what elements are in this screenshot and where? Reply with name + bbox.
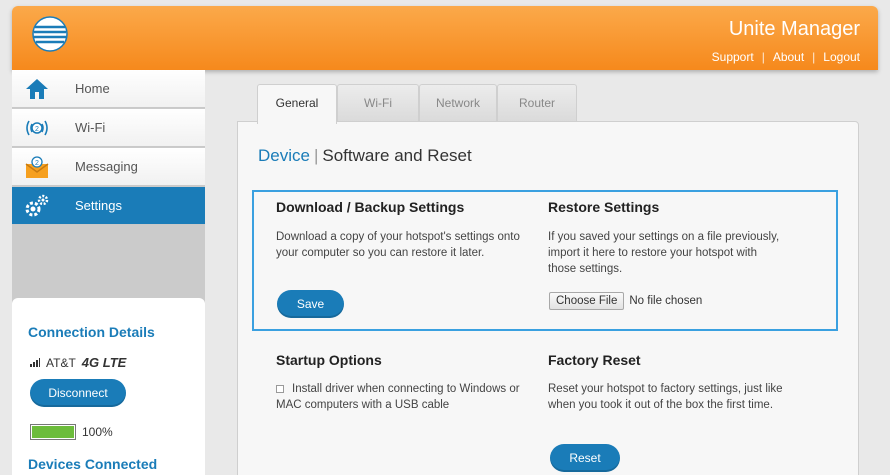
tab-router[interactable]: Router bbox=[497, 84, 577, 122]
link-separator: | bbox=[812, 50, 816, 64]
sidebar-item-label: Settings bbox=[75, 198, 122, 213]
file-status: No file chosen bbox=[629, 295, 703, 307]
factory-reset-title: Factory Reset bbox=[548, 352, 641, 368]
main-panel: Device | Software and Reset Download / Bac… bbox=[237, 121, 859, 475]
tab-general[interactable]: General bbox=[257, 84, 337, 124]
sidebar-item-wifi[interactable]: 2 Wi-Fi bbox=[12, 109, 205, 147]
backup-settings-text: Download a copy of your hotspot's settin… bbox=[276, 231, 520, 259]
choose-file-button[interactable]: Choose File bbox=[549, 292, 625, 310]
app-header: Unite Manager Support | About | Logout bbox=[12, 6, 878, 70]
wifi-icon: 2 bbox=[22, 115, 52, 141]
file-picker: Choose File No file chosen bbox=[549, 292, 702, 310]
home-icon bbox=[22, 76, 52, 102]
battery-icon bbox=[30, 424, 76, 440]
sidebar-item-messaging[interactable]: 2 Messaging bbox=[12, 148, 205, 186]
sidebar-item-label: Wi-Fi bbox=[75, 120, 106, 135]
battery-status: 100% bbox=[30, 424, 113, 440]
tab-network[interactable]: Network bbox=[419, 84, 497, 122]
about-link[interactable]: About bbox=[773, 50, 804, 64]
breadcrumb-device-link[interactable]: Device bbox=[258, 146, 310, 165]
factory-reset-text: Reset your hotspot to factory settings, … bbox=[548, 383, 783, 411]
save-button[interactable]: Save bbox=[277, 290, 344, 318]
reset-button[interactable]: Reset bbox=[550, 444, 620, 472]
att-globe-icon bbox=[32, 16, 68, 52]
install-driver-option: Install driver when connecting to Window… bbox=[276, 381, 538, 413]
carrier-name: AT&T bbox=[46, 355, 76, 370]
network-type-badge: 4G LTE bbox=[81, 355, 127, 370]
restore-settings-title: Restore Settings bbox=[548, 199, 660, 215]
logout-link[interactable]: Logout bbox=[823, 50, 860, 64]
startup-options-title: Startup Options bbox=[276, 352, 382, 368]
settings-icon bbox=[22, 193, 52, 219]
battery-level: 100% bbox=[82, 425, 113, 439]
link-separator: | bbox=[761, 50, 765, 64]
signal-icon bbox=[30, 358, 40, 367]
disconnect-button[interactable]: Disconnect bbox=[30, 379, 126, 407]
carrier-row: AT&T 4G LTE bbox=[30, 355, 126, 370]
svg-text:2: 2 bbox=[35, 160, 39, 167]
install-driver-checkbox[interactable] bbox=[276, 384, 284, 393]
messaging-icon: 2 bbox=[22, 154, 52, 180]
svg-text:2: 2 bbox=[35, 126, 39, 133]
connection-panel: Connection Details AT&T 4G LTE Disconnec… bbox=[12, 298, 205, 475]
sidebar-item-settings[interactable]: Settings bbox=[12, 187, 205, 225]
breadcrumb-separator: | bbox=[313, 146, 319, 165]
backup-settings-title: Download / Backup Settings bbox=[276, 199, 465, 215]
sidebar-item-label: Messaging bbox=[75, 159, 138, 174]
install-driver-label: Install driver when connecting to Window… bbox=[276, 383, 520, 411]
breadcrumb: Device | Software and Reset bbox=[258, 146, 472, 166]
support-link[interactable]: Support bbox=[712, 50, 754, 64]
app-title: Unite Manager bbox=[728, 18, 860, 40]
devices-connected-title: Devices Connected bbox=[28, 456, 158, 472]
tab-wifi[interactable]: Wi-Fi bbox=[337, 84, 419, 122]
sidebar-item-label: Home bbox=[75, 81, 110, 96]
page-title: Software and Reset bbox=[322, 146, 472, 165]
header-links: Support | About | Logout bbox=[712, 50, 860, 64]
sidebar: Home 2 Wi-Fi 2 Messaging Settings Connec… bbox=[12, 70, 205, 475]
connection-details-title: Connection Details bbox=[28, 324, 155, 340]
sidebar-item-home[interactable]: Home bbox=[12, 70, 205, 108]
restore-settings-text: If you saved your settings on a file pre… bbox=[548, 231, 780, 275]
